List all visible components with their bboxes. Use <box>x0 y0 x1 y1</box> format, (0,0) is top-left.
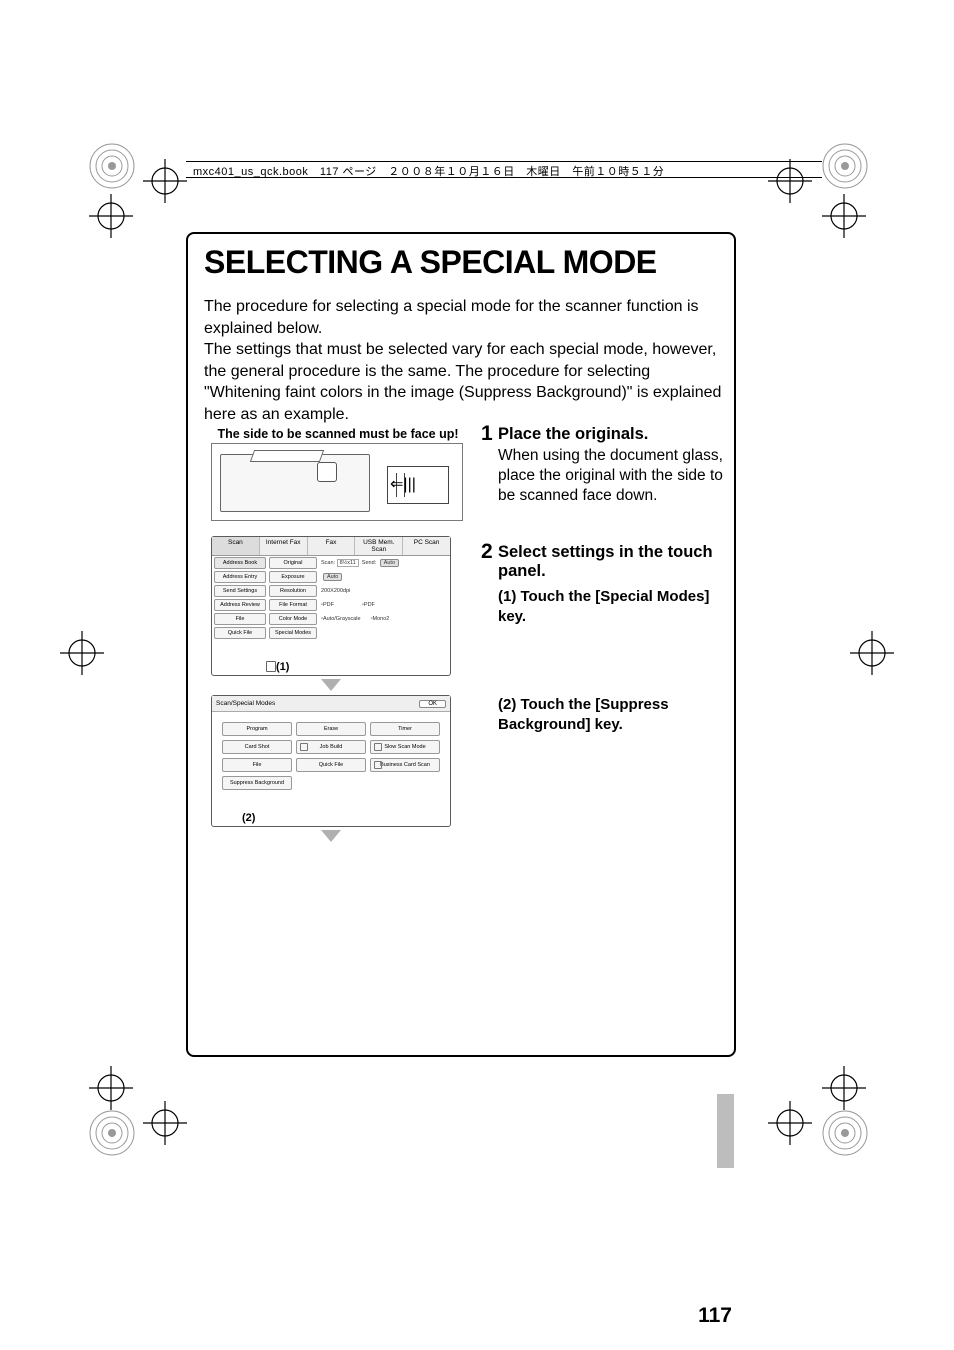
slow-scan-icon <box>374 743 382 751</box>
crosshair-icon <box>60 631 104 675</box>
registration-mark-icon <box>821 1109 869 1157</box>
panel-title: Scan/Special Modes <box>216 700 275 707</box>
callout-2: (2) <box>242 812 255 824</box>
intro-text: The procedure for selecting a special mo… <box>204 296 724 426</box>
setting-original[interactable]: Original <box>269 557 317 569</box>
step-title: Place the originals. <box>498 425 648 444</box>
btn-suppress-background[interactable]: Suppress Background <box>222 776 292 790</box>
crosshair-icon <box>822 1066 866 1110</box>
sidebar-quick-file[interactable]: Quick File <box>214 627 266 639</box>
down-arrow-icon <box>211 829 451 847</box>
setting-color-mode[interactable]: Color Mode <box>269 613 317 625</box>
crosshair-icon <box>822 194 866 238</box>
tab-ifax[interactable]: Internet Fax <box>260 537 308 555</box>
crosshair-icon <box>768 159 812 203</box>
sidebar-file[interactable]: File <box>214 613 266 625</box>
page-title: SELECTING A SPECIAL MODE <box>204 244 657 281</box>
card-icon <box>374 761 382 769</box>
step-number: 2 <box>481 540 493 564</box>
page-number: 117 <box>698 1304 732 1328</box>
registration-mark-icon <box>88 142 136 190</box>
btn-business-card[interactable]: Business Card Scan <box>370 758 440 772</box>
substep-2: (2) Touch the [Suppress Background] key. <box>498 695 728 734</box>
btn-job-build[interactable]: Job Build <box>296 740 366 754</box>
touch-panel-main: Scan Internet Fax Fax USB Mem. Scan PC S… <box>211 536 451 676</box>
tab-pcscan[interactable]: PC Scan <box>403 537 450 555</box>
setting-special-modes[interactable]: Special Modes <box>269 627 317 639</box>
ok-button[interactable]: OK <box>419 700 446 708</box>
header-rule <box>186 161 822 162</box>
sidebar-address-book[interactable]: Address Book <box>214 557 266 569</box>
btn-quick-file[interactable]: Quick File <box>296 758 366 772</box>
tab-usb[interactable]: USB Mem. Scan <box>355 537 403 555</box>
substep-1: (1) Touch the [Special Modes] key. <box>498 587 728 626</box>
step-body: When using the document glass, place the… <box>498 446 728 506</box>
crosshair-icon <box>89 194 133 238</box>
preview-icon <box>266 661 276 672</box>
faceup-caption: The side to be scanned must be face up! <box>209 427 467 441</box>
registration-mark-icon <box>88 1109 136 1157</box>
setting-resolution[interactable]: Resolution <box>269 585 317 597</box>
btn-file[interactable]: File <box>222 758 292 772</box>
btn-slow-scan[interactable]: Slow Scan Mode <box>370 740 440 754</box>
crosshair-icon <box>143 1101 187 1145</box>
btn-program[interactable]: Program <box>222 722 292 736</box>
setting-file-format[interactable]: File Format <box>269 599 317 611</box>
scanner-figure: ⇐||| <box>211 443 463 521</box>
btn-timer[interactable]: Timer <box>370 722 440 736</box>
down-arrow-icon <box>211 678 451 696</box>
setting-exposure[interactable]: Exposure <box>269 571 317 583</box>
crosshair-icon <box>850 631 894 675</box>
sidebar-address-review[interactable]: Address Review <box>214 599 266 611</box>
crosshair-icon <box>768 1101 812 1145</box>
sidebar-send-settings[interactable]: Send Settings <box>214 585 266 597</box>
job-build-icon <box>300 743 308 751</box>
tab-fax[interactable]: Fax <box>308 537 356 555</box>
section-tab <box>717 1094 734 1168</box>
touch-panel-special-modes: Scan/Special Modes OK Program Erase Time… <box>211 695 451 827</box>
crosshair-icon <box>143 159 187 203</box>
tab-scan[interactable]: Scan <box>212 537 260 555</box>
callout-1: (1) <box>276 661 289 673</box>
crosshair-icon <box>89 1066 133 1110</box>
btn-erase[interactable]: Erase <box>296 722 366 736</box>
sidebar-address-entry[interactable]: Address Entry <box>214 571 266 583</box>
btn-card-shot[interactable]: Card Shot <box>222 740 292 754</box>
header-rule <box>186 177 822 178</box>
step-title: Select settings in the touch panel. <box>498 543 728 581</box>
registration-mark-icon <box>821 142 869 190</box>
step-number: 1 <box>481 422 493 446</box>
